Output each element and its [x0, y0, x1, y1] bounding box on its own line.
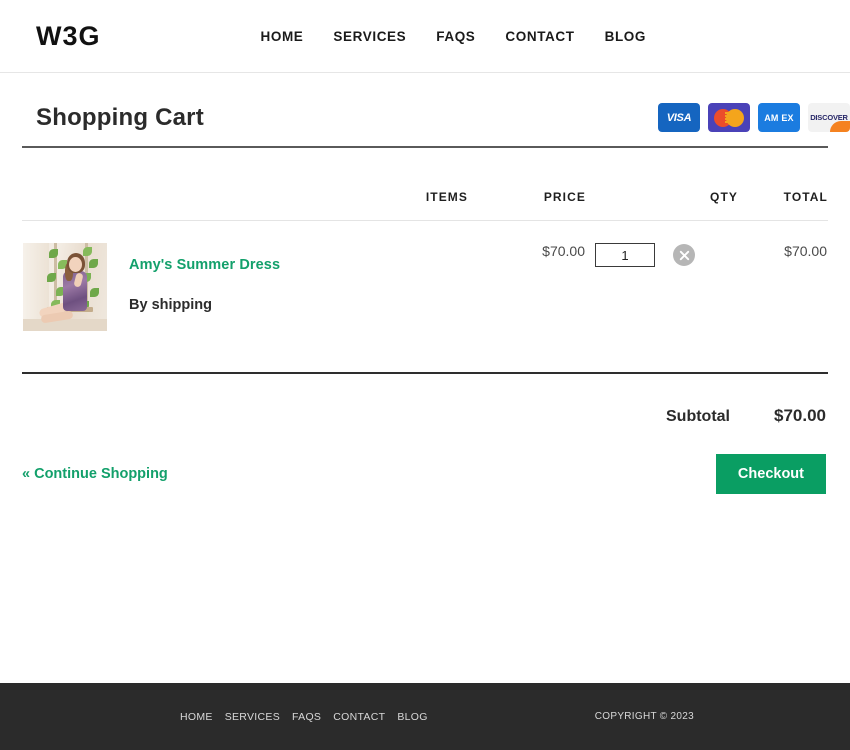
continue-shopping-link[interactable]: « Continue Shopping — [22, 466, 168, 482]
cart-item-cell: Amy's Summer Dress By shipping — [22, 221, 468, 333]
amex-icon: AM EX — [758, 103, 800, 132]
subtotal-value: $70.00 — [774, 406, 826, 425]
cart-summary: Subtotal $70.00 — [22, 374, 828, 426]
main-navigation: HOME SERVICES FAQS CONTACT BLOG — [261, 29, 647, 44]
footer-nav-home[interactable]: HOME — [180, 711, 213, 723]
discover-swoosh — [830, 121, 850, 132]
cart-actions: « Continue Shopping Checkout — [22, 426, 828, 494]
subtotal-label: Subtotal — [666, 408, 730, 425]
footer-nav-faqs[interactable]: FAQS — [292, 711, 321, 723]
payment-methods: VISA AM EX DISCOVER — [658, 103, 850, 132]
copyright-text: COPYRIGHT © 2023 — [594, 711, 694, 722]
product-name-link[interactable]: Amy's Summer Dress — [129, 257, 280, 273]
mastercard-circles — [714, 108, 744, 127]
footer-nav-contact[interactable]: CONTACT — [333, 711, 385, 723]
product-total: $70.00 — [784, 243, 827, 259]
nav-item-contact[interactable]: CONTACT — [505, 29, 574, 44]
nav-item-services[interactable]: SERVICES — [333, 29, 406, 44]
product-qty-cell — [586, 221, 738, 333]
column-header-price: PRICE — [468, 148, 586, 221]
amex-label: AM EX — [764, 112, 794, 123]
page-title-row: Shopping Cart VISA AM EX DISCOVER — [22, 73, 850, 146]
discover-icon: DISCOVER — [808, 103, 850, 132]
nav-item-home[interactable]: HOME — [261, 29, 304, 44]
page-content: Shopping Cart VISA AM EX DISCOVER ITEMS … — [0, 73, 850, 494]
product-shipping-note: By shipping — [129, 297, 212, 313]
brand-logo[interactable]: W3G — [36, 21, 101, 52]
cart-table-body: Amy's Summer Dress By shipping $70.00 1 … — [22, 221, 828, 333]
page-title: Shopping Cart — [36, 103, 204, 131]
visa-label: VISA — [666, 111, 692, 124]
column-header-items: ITEMS — [22, 148, 468, 221]
column-header-total: TOTAL — [738, 148, 828, 221]
cart-header-row: ITEMS PRICE QTY TOTAL — [22, 148, 828, 221]
footer-nav-services[interactable]: SERVICES — [225, 711, 280, 723]
table-row: Amy's Summer Dress By shipping $70.00 1 … — [22, 221, 828, 333]
product-price: $70.00 — [542, 243, 585, 259]
product-info: Amy's Summer Dress By shipping — [129, 243, 280, 313]
quantity-input[interactable] — [595, 243, 655, 267]
checkout-button[interactable]: Checkout — [715, 454, 826, 494]
site-header: W3G HOME SERVICES FAQS CONTACT BLOG — [0, 0, 850, 73]
product-thumbnail[interactable] — [23, 243, 107, 331]
footer-nav-blog[interactable]: BLOG — [397, 711, 427, 723]
cart-table: ITEMS PRICE QTY TOTAL Amy's Summer Dress… — [22, 148, 828, 332]
nav-item-blog[interactable]: BLOG — [605, 29, 646, 44]
mastercard-icon — [708, 103, 750, 132]
nav-item-faqs[interactable]: FAQS — [436, 29, 475, 44]
close-circle-icon[interactable] — [673, 244, 695, 266]
footer-navigation: HOME SERVICES FAQS CONTACT BLOG — [180, 711, 428, 723]
cart-bottom-spacer — [22, 332, 828, 372]
visa-icon: VISA — [658, 103, 700, 132]
column-header-qty: QTY — [586, 148, 738, 221]
cart-table-header: ITEMS PRICE QTY TOTAL — [22, 148, 828, 221]
site-footer: HOME SERVICES FAQS CONTACT BLOG COPYRIGH… — [0, 683, 850, 750]
